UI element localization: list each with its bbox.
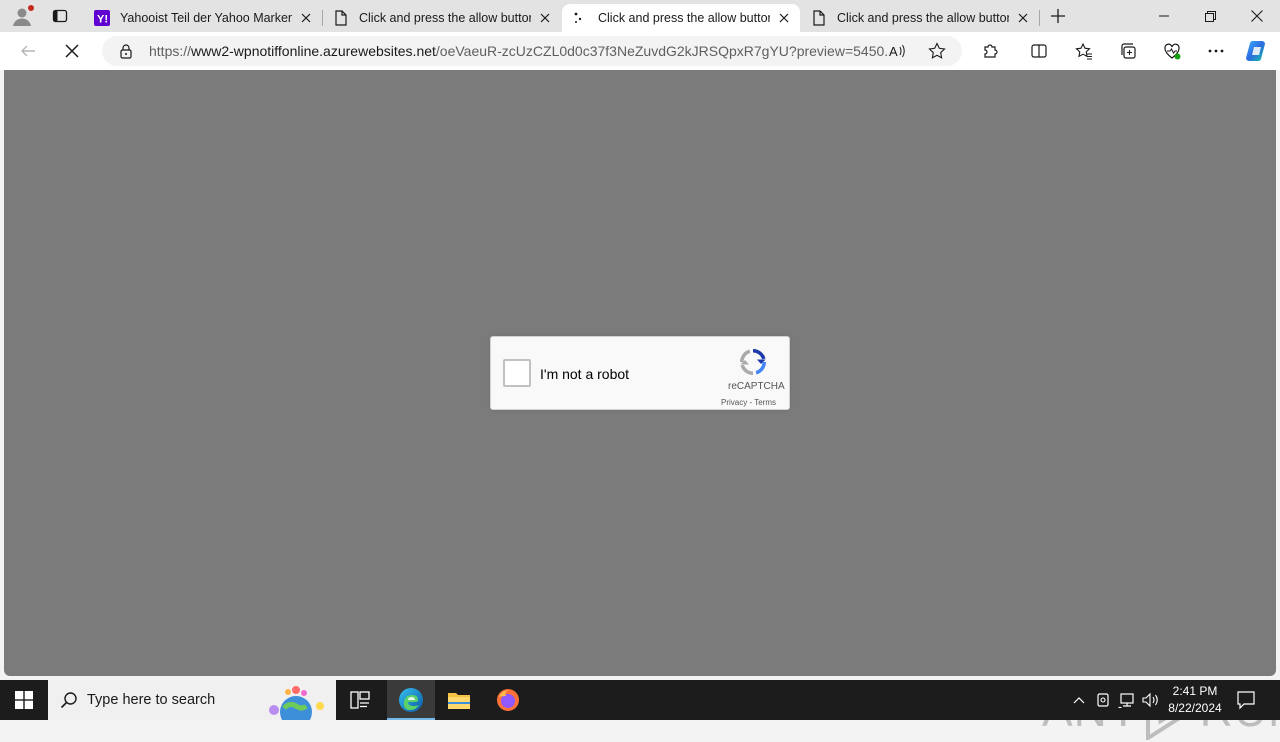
svg-text:A: A <box>889 44 898 59</box>
arrow-left-icon <box>21 45 35 57</box>
restore-icon <box>1204 10 1216 22</box>
recaptcha-checkbox[interactable] <box>503 359 531 387</box>
chevron-up-icon <box>1073 697 1085 704</box>
taskbar-firefox[interactable] <box>484 680 532 720</box>
new-tab-button[interactable] <box>1046 4 1070 28</box>
search-placeholder: Type here to search <box>87 692 216 708</box>
recaptcha-links: Privacy - Terms <box>721 398 776 407</box>
more-icon <box>1208 49 1224 53</box>
extensions-button[interactable] <box>977 37 1005 65</box>
recaptcha-widget: I'm not a robot reCAPTCHA Privacy - Term… <box>490 336 790 410</box>
tray-network-button[interactable] <box>1116 680 1138 720</box>
puzzle-icon <box>984 44 998 58</box>
loading-icon <box>572 10 588 26</box>
network-icon <box>1118 693 1134 708</box>
notification-center-icon[interactable] <box>1236 690 1256 710</box>
device-icon <box>1097 693 1109 707</box>
taskbar-file-explorer[interactable] <box>435 680 483 720</box>
page-icon <box>333 10 349 26</box>
tray-volume-button[interactable] <box>1140 680 1162 720</box>
search-icon <box>60 692 77 709</box>
close-icon[interactable] <box>776 10 792 26</box>
recaptcha-label: I'm not a robot <box>540 366 630 382</box>
terms-link[interactable]: Terms <box>754 398 776 407</box>
speaker-icon <box>1142 692 1158 708</box>
url-path: /oeVaeuR-zcUzCZL0d0c37f3NeZuvdG2kJRSQpxR… <box>435 43 889 59</box>
start-button[interactable] <box>0 680 48 720</box>
address-bar[interactable]: https://www2-wpnotiffonline.azurewebsite… <box>102 36 962 66</box>
close-window-button[interactable] <box>1234 0 1280 32</box>
recaptcha-logo-icon <box>740 349 766 375</box>
page-content: I'm not a robot reCAPTCHA Privacy - Term… <box>4 70 1280 740</box>
tab-yahoo[interactable]: Y! Yahooist Teil der Yahoo Markenfamilie <box>84 4 323 32</box>
taskbar-search-box[interactable]: Type here to search <box>48 680 336 720</box>
restore-button[interactable] <box>1187 0 1233 32</box>
browser-essentials-button[interactable] <box>1158 37 1186 65</box>
split-screen-button[interactable] <box>1025 37 1053 65</box>
favorites-button[interactable] <box>1070 37 1098 65</box>
page-icon <box>811 10 827 26</box>
tab-strip: Y! Yahooist Teil der Yahoo Markenfamilie… <box>0 0 1280 32</box>
recaptcha-brand: reCAPTCHA <box>728 381 785 392</box>
clock-time: 2:41 PM <box>1172 684 1218 698</box>
search-highlight-illustration-icon <box>269 686 324 720</box>
settings-more-button[interactable] <box>1202 37 1230 65</box>
taskbar-edge[interactable] <box>387 680 435 720</box>
yahoo-icon: Y! <box>94 10 110 26</box>
folder-icon <box>448 693 470 709</box>
url-host: www2-wpnotiffonline.azurewebsites.net <box>191 43 436 59</box>
firefox-icon <box>497 689 519 711</box>
copilot-button[interactable] <box>1243 37 1271 65</box>
taskbar-clock[interactable]: 2:41 PM 8/22/2024 <box>1160 683 1230 717</box>
read-aloud-icon[interactable]: A <box>888 42 906 60</box>
close-icon[interactable] <box>298 10 314 26</box>
collections-button[interactable] <box>1114 37 1142 65</box>
tab-allow-active[interactable]: Click and press the allow button <box>562 4 800 32</box>
close-icon[interactable] <box>537 10 553 26</box>
close-icon[interactable] <box>1015 10 1031 26</box>
copilot-icon <box>1246 40 1265 62</box>
windows-logo-icon <box>15 691 33 709</box>
clock-date: 8/22/2024 <box>1168 701 1222 715</box>
browser-toolbar: https://www2-wpnotiffonline.azurewebsite… <box>0 32 1280 70</box>
profile-button[interactable] <box>10 4 34 28</box>
task-view-icon <box>350 691 370 709</box>
tab-title: Click and press the allow button <box>837 11 1009 25</box>
tab-title: Yahooist Teil der Yahoo Markenfamilie <box>120 11 292 25</box>
favorites-icon <box>1075 42 1092 60</box>
heartbeat-icon <box>1164 43 1181 60</box>
tab-title: Click and press the allow button <box>359 11 531 25</box>
minimize-button[interactable] <box>1141 0 1187 32</box>
notification-dot <box>28 5 34 11</box>
minimize-icon <box>1159 15 1169 17</box>
favorite-star-icon[interactable] <box>928 42 946 60</box>
privacy-link[interactable]: Privacy <box>721 398 747 407</box>
tab-allow-3[interactable]: Click and press the allow button <box>801 4 1040 32</box>
plus-icon <box>1051 9 1065 23</box>
task-view-button[interactable] <box>336 680 384 720</box>
back-button[interactable] <box>14 37 42 65</box>
split-screen-icon <box>1031 44 1047 58</box>
show-hidden-icons-button[interactable] <box>1068 680 1090 720</box>
tab-actions-icon <box>52 9 68 23</box>
tab-separator <box>1039 10 1040 26</box>
tray-device-button[interactable] <box>1092 680 1114 720</box>
close-icon <box>1251 10 1263 22</box>
collections-icon <box>1121 43 1136 59</box>
tab-title: Click and press the allow button <box>598 11 770 25</box>
svg-text:Y!: Y! <box>97 14 108 26</box>
lock-icon[interactable] <box>118 43 134 59</box>
edge-icon <box>399 688 423 712</box>
tab-allow-1[interactable]: Click and press the allow button <box>323 4 561 32</box>
stop-loading-button[interactable] <box>58 37 86 65</box>
tab-actions-button[interactable] <box>48 4 72 28</box>
close-icon <box>65 44 79 58</box>
windows-taskbar: Type here to search 2:41 PM 8/22/2024 <box>0 680 1280 720</box>
url-text[interactable]: https://www2-wpnotiffonline.azurewebsite… <box>149 43 889 59</box>
url-scheme: https:// <box>149 43 192 59</box>
